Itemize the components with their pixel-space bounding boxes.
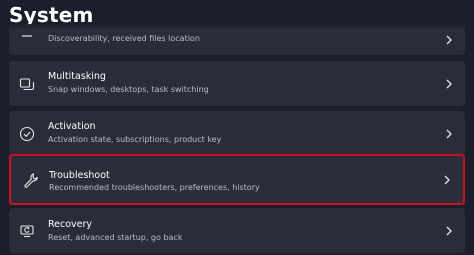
settings-item-subtitle: Discoverability, received files location xyxy=(48,34,200,43)
nearby-sharing-icon xyxy=(19,32,35,48)
chevron-right-icon xyxy=(446,226,452,235)
settings-item-multitasking[interactable]: Multitasking Snap windows, desktops, tas… xyxy=(9,61,465,106)
scroll-fade xyxy=(9,24,465,30)
settings-item-subtitle: Activation state, subscriptions, product… xyxy=(48,135,222,144)
chevron-right-icon xyxy=(446,129,452,138)
settings-item-title: Multitasking xyxy=(48,71,106,82)
wrench-icon xyxy=(23,172,39,188)
recovery-icon xyxy=(19,223,35,239)
chevron-right-icon xyxy=(446,79,452,88)
settings-item-subtitle: Recommended troubleshooters, preferences… xyxy=(49,183,260,192)
settings-item-subtitle: Reset, advanced startup, go back xyxy=(48,233,183,242)
chevron-right-icon xyxy=(446,35,452,45)
settings-item-activation[interactable]: Activation Activation state, subscriptio… xyxy=(9,111,465,156)
settings-item-troubleshoot[interactable]: Troubleshoot Recommended troubleshooters… xyxy=(9,154,465,205)
settings-item-recovery[interactable]: Recovery Reset, advanced startup, go bac… xyxy=(9,208,465,253)
settings-item-title: Activation xyxy=(48,121,96,132)
settings-item-title: Troubleshoot xyxy=(49,170,110,181)
chevron-right-icon xyxy=(444,175,450,184)
multitasking-icon xyxy=(19,76,35,92)
checkmark-circle-icon xyxy=(19,126,35,142)
settings-item-subtitle: Snap windows, desktops, task switching xyxy=(48,85,209,94)
settings-item-title: Recovery xyxy=(48,219,93,230)
